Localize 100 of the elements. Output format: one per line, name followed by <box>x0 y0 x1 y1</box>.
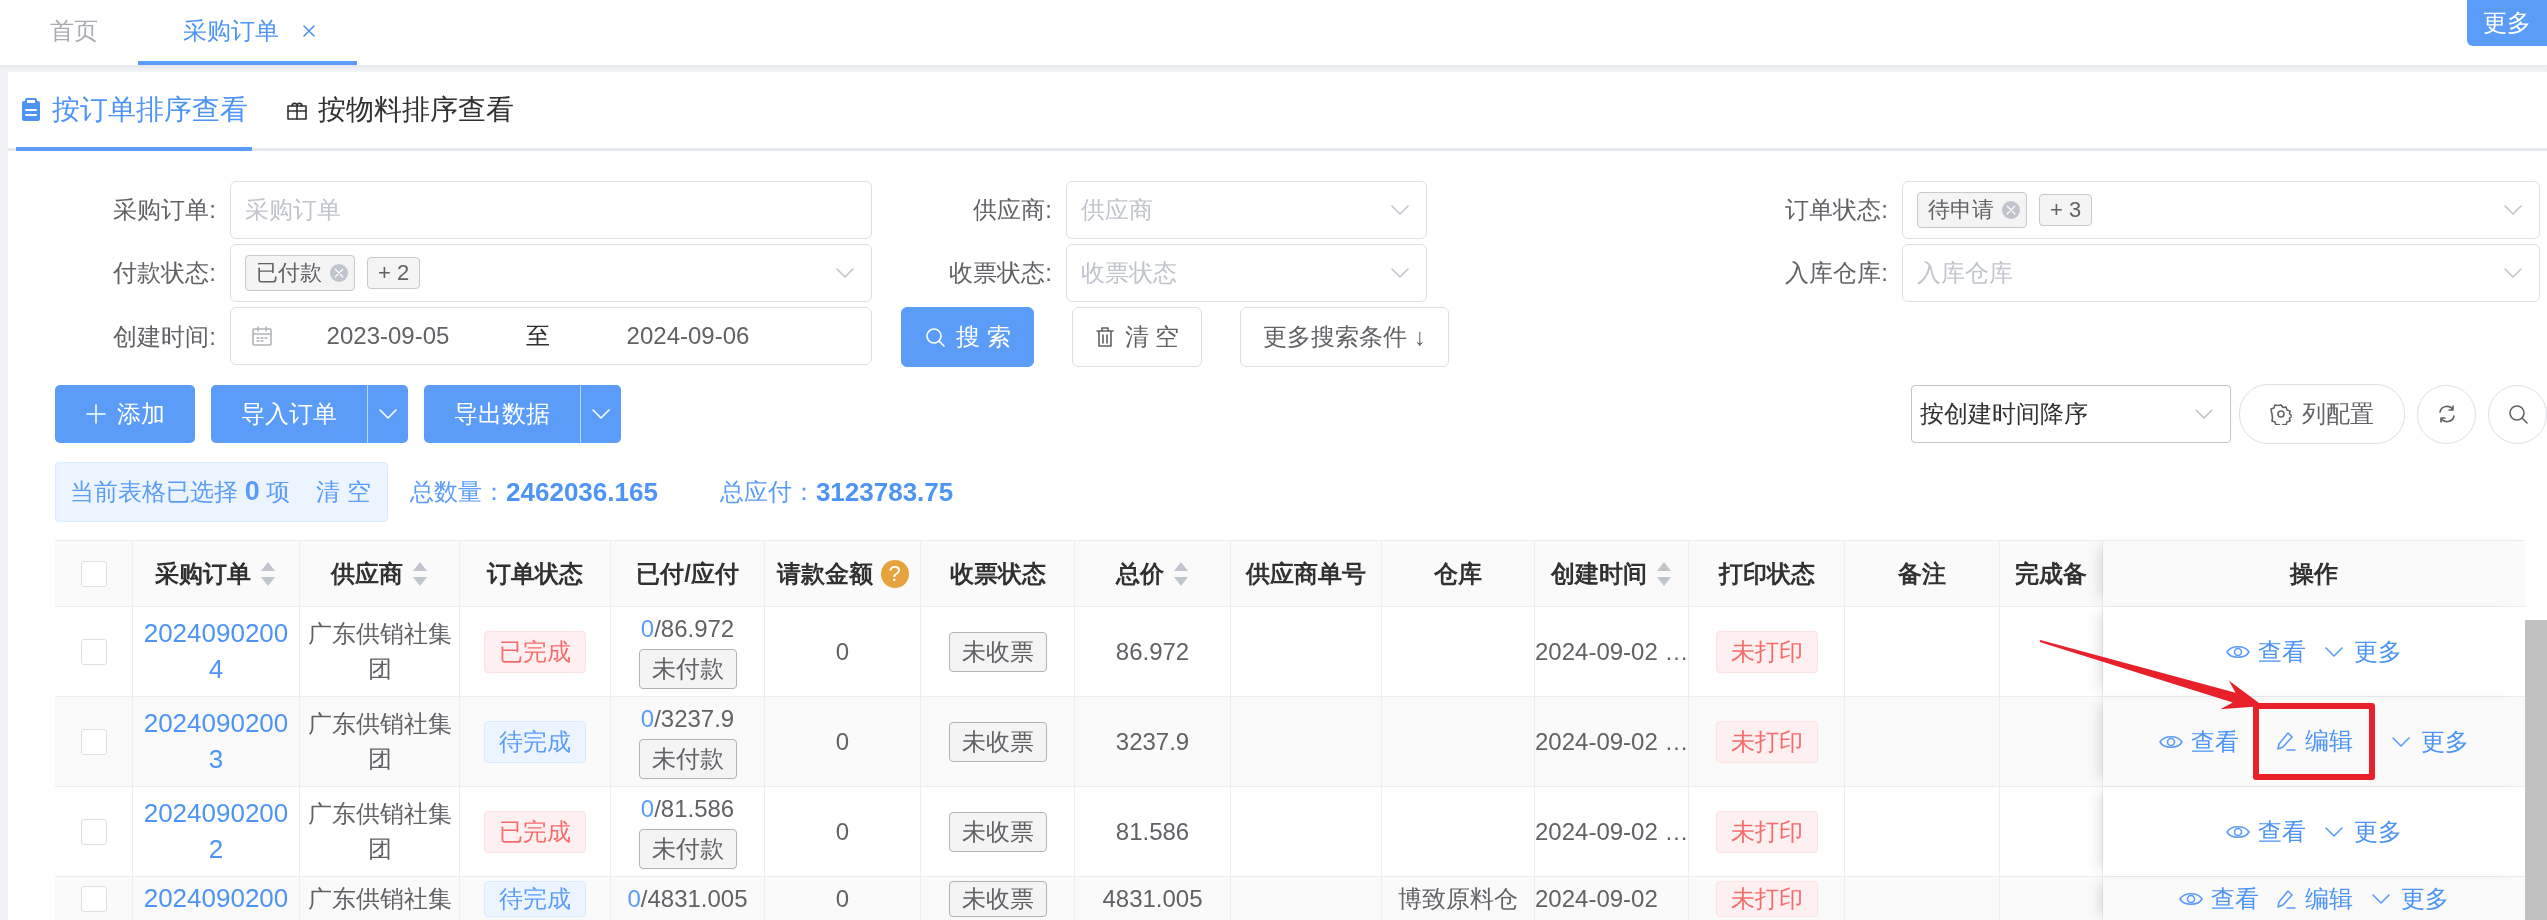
field-label: 订单状态: <box>1785 195 1889 225</box>
dropdown-button[interactable] <box>581 385 621 443</box>
status-tag: 已完成 <box>484 810 586 853</box>
eye-icon <box>2179 890 2203 908</box>
column-header: 操作 <box>2103 541 2525 606</box>
date-value: 2024-09-06 <box>625 322 751 350</box>
invoice-status-tag: 未收票 <box>948 881 1047 917</box>
action-button[interactable]: 导出数据 <box>424 385 581 443</box>
tab[interactable]: 按物料排序查看 <box>282 72 518 151</box>
supplier-name: 广东供销社集团 <box>306 708 453 774</box>
select-field[interactable]: 供应商 <box>1066 181 1427 239</box>
multi-select-field[interactable]: 待申请 + 3 <box>1902 181 2540 239</box>
payment-status-tag: 未付款 <box>638 828 737 869</box>
action-button[interactable]: 导入订单 <box>211 385 368 443</box>
more-button[interactable]: 更多 <box>2467 0 2547 46</box>
view-link[interactable]: 查看 <box>2179 883 2259 915</box>
table-cell: 2024-09-02 <box>1535 885 1658 913</box>
tab[interactable]: 采购订单 <box>138 0 357 65</box>
field-label: 收票状态: <box>949 258 1053 288</box>
edit-link[interactable]: 编辑 <box>2275 725 2353 757</box>
column-settings-button[interactable]: 列配置 <box>2239 384 2405 444</box>
column-header[interactable]: 总价 <box>1115 557 1164 590</box>
filter-tag: 待申请 <box>1917 192 2027 228</box>
order-link[interactable]: 20240902004 <box>141 616 291 687</box>
column-header[interactable]: 采购订单 <box>155 557 251 590</box>
total-label: 总应付： <box>719 477 816 507</box>
checkbox[interactable] <box>80 728 107 755</box>
payment-status-tag: 未付款 <box>638 648 737 689</box>
more-dropdown-link[interactable]: 更多 <box>2389 725 2469 758</box>
tab[interactable]: 按订单排序查看 <box>16 72 252 151</box>
checkbox[interactable] <box>80 886 107 912</box>
invoice-status-tag: 未收票 <box>948 811 1047 852</box>
checkbox[interactable] <box>80 638 107 665</box>
view-link[interactable]: 查看 <box>2226 635 2306 668</box>
view-link[interactable]: 查看 <box>2159 725 2239 758</box>
table-cell: 4831.005 <box>1075 877 1231 920</box>
search-button[interactable]: 搜 索 <box>901 307 1034 367</box>
search-icon <box>924 326 946 348</box>
count-tag: + 2 <box>367 257 421 289</box>
order-link[interactable]: 2024090200 <box>141 883 291 915</box>
table-cell-text: 博致原料仓 <box>1398 884 1518 914</box>
select-placeholder: 供应商 <box>1081 195 1154 225</box>
more-dropdown-link[interactable]: 更多 <box>2322 815 2402 848</box>
plus-icon <box>85 403 107 425</box>
selection-count-text: 当前表格已选择 0 项 <box>70 476 291 508</box>
checkbox[interactable] <box>80 818 107 845</box>
total-label: 总数量： <box>410 477 507 507</box>
payment-amount: 0/86.972 <box>640 614 735 643</box>
supplier-name: 广东供销社集团 <box>306 618 453 684</box>
clipboard-icon <box>20 97 42 122</box>
column-header[interactable]: 创建时间 <box>1550 557 1647 590</box>
total-value: 2462036.165 <box>506 476 658 508</box>
edit-link[interactable]: 编辑 <box>2275 883 2353 915</box>
invoice-status-tag: 未收票 <box>948 721 1047 762</box>
order-link[interactable]: 20240902002 <box>141 796 291 867</box>
date-range-field[interactable]: 2023-09-05 至 2024-09-06 <box>230 307 872 365</box>
more-dropdown-link[interactable]: 更多 <box>2369 883 2449 915</box>
search-icon <box>2506 403 2529 425</box>
table-cell: 0 <box>765 877 921 920</box>
payment-status-tag: 未付款 <box>638 738 737 779</box>
column-header[interactable]: 供应商 <box>330 557 403 590</box>
table-cell: 2024-09-02 … <box>1535 817 1688 846</box>
print-status-tag: 未打印 <box>1715 810 1818 853</box>
clear-selection-link[interactable]: 清 空 <box>316 476 372 508</box>
supplier-name: 广东供销社集团 <box>306 798 453 864</box>
more-dropdown-link[interactable]: 更多 <box>2322 635 2402 668</box>
multi-select-field[interactable]: 已付款 + 2 <box>230 244 872 302</box>
payment-amount: 0/81.586 <box>640 794 735 823</box>
tab[interactable]: 首页 <box>0 0 138 65</box>
calendar-icon <box>251 325 273 347</box>
pencil-icon <box>2275 730 2297 752</box>
filter-tag: 已付款 <box>245 255 355 291</box>
field-label: 供应商: <box>973 195 1053 225</box>
select-placeholder: 收票状态 <box>1081 258 1178 288</box>
column-header: 请款金额 <box>776 558 873 589</box>
more-filters-button[interactable]: 更多搜索条件 ↓ <box>1240 307 1449 367</box>
invoice-status-tag: 未收票 <box>948 631 1047 672</box>
delete-icon <box>1094 326 1115 348</box>
print-status-tag: 未打印 <box>1715 720 1818 763</box>
total-value: 3123783.75 <box>815 476 954 508</box>
add-button[interactable]: 添加 <box>55 385 195 443</box>
input-field[interactable]: 采购订单 <box>230 181 872 239</box>
dropdown-button[interactable] <box>368 385 408 443</box>
table-cell: 2024-09-02 … <box>1535 637 1688 666</box>
range-separator: 至 <box>525 321 551 351</box>
view-link[interactable]: 查看 <box>2226 815 2306 848</box>
select-field[interactable]: 收票状态 <box>1066 244 1427 302</box>
clear-button[interactable]: 清 空 <box>1071 307 1203 367</box>
status-tag: 待完成 <box>484 881 586 917</box>
field-label: 入库仓库: <box>1785 258 1889 288</box>
status-tag: 待完成 <box>484 720 586 763</box>
sort-select[interactable]: 按创建时间降序 <box>1911 385 2231 443</box>
checkbox[interactable] <box>80 560 107 587</box>
scrollbar[interactable] <box>2525 620 2547 920</box>
select-field[interactable]: 入库仓库 <box>1902 244 2540 302</box>
close-icon <box>333 267 345 279</box>
help-icon[interactable]: ? <box>880 559 909 588</box>
field-label: 付款状态: <box>113 258 217 288</box>
settings-icon <box>2270 403 2292 425</box>
order-link[interactable]: 20240902003 <box>141 706 291 777</box>
